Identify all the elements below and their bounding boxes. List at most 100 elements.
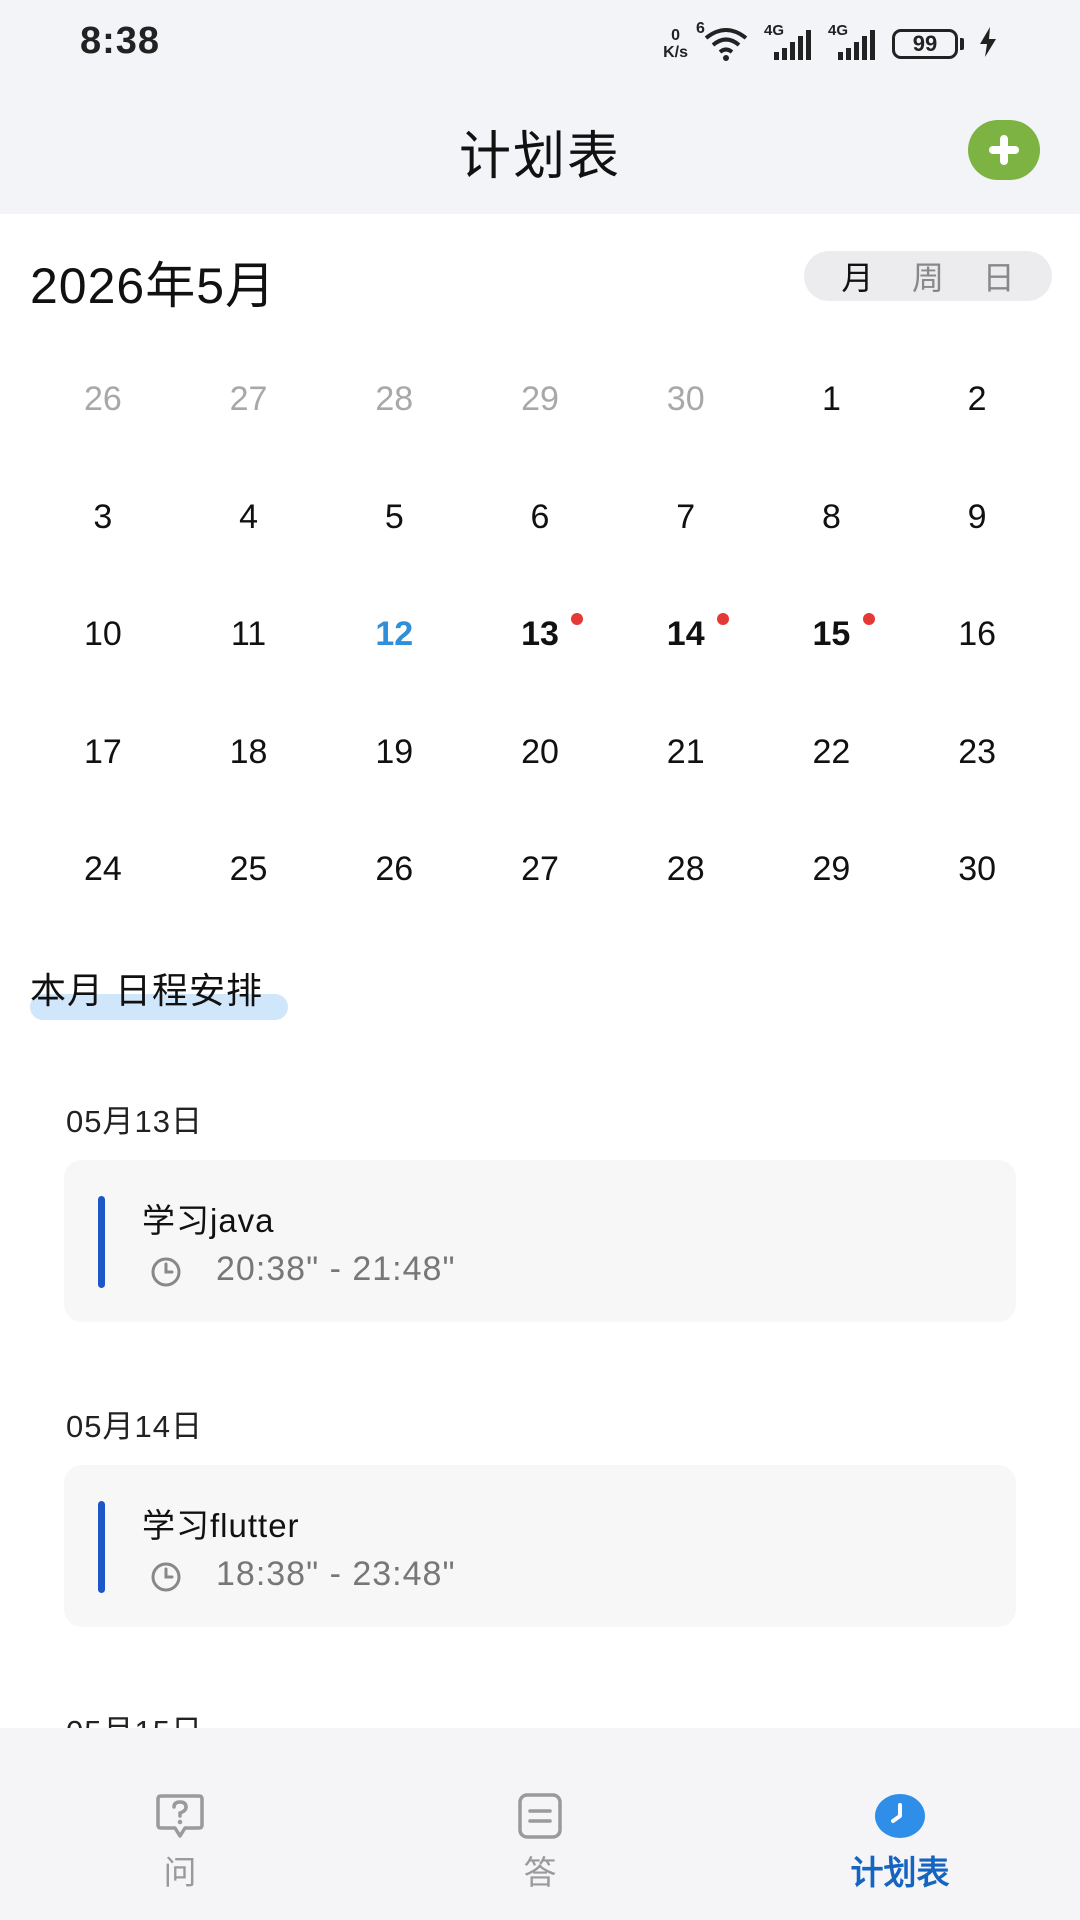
schedule-event-card[interactable]: 学习java 20:38" - 21:48" bbox=[64, 1160, 1016, 1322]
network-speed: 0 K/s bbox=[663, 27, 688, 61]
view-option-day[interactable]: 日 bbox=[983, 253, 1015, 299]
calendar-day-number: 24 bbox=[83, 850, 122, 888]
calendar-day-number: 18 bbox=[229, 732, 268, 771]
event-dot bbox=[862, 613, 875, 625]
month-title: 2026年5月 bbox=[30, 258, 277, 314]
calendar-day-number: 14 bbox=[666, 615, 705, 653]
calendar-day[interactable]: 10 bbox=[30, 575, 176, 693]
calendar-day[interactable]: 23 bbox=[904, 693, 1050, 811]
calendar-day-number: 17 bbox=[83, 732, 122, 771]
calendar-day-number: 11 bbox=[230, 615, 267, 653]
calendar-day[interactable]: 26 bbox=[30, 340, 176, 458]
calendar-day-today[interactable]: 12 bbox=[321, 575, 467, 693]
nav-label-answer: 答 bbox=[523, 1854, 557, 1891]
calendar-day[interactable]: 5 bbox=[321, 458, 467, 576]
calendar-day-number: 26 bbox=[375, 850, 414, 888]
nav-item-ask[interactable]: 问 bbox=[30, 1728, 330, 1920]
calendar-day-number: 15 bbox=[812, 615, 851, 653]
calendar-day-number: 8 bbox=[821, 497, 841, 536]
calendar-day-number: 4 bbox=[239, 497, 259, 536]
calendar-day[interactable]: 30 bbox=[613, 340, 759, 458]
document-lines-icon bbox=[518, 1793, 562, 1839]
calendar-day-number: 30 bbox=[666, 380, 705, 418]
calendar-day-number: 22 bbox=[812, 732, 851, 771]
nav-label-ask: 问 bbox=[163, 1854, 197, 1891]
calendar-day[interactable]: 28 bbox=[321, 340, 467, 458]
event-time: 18:38" - 23:48" bbox=[216, 1555, 456, 1593]
calendar-day-number: 27 bbox=[521, 850, 559, 888]
calendar-day-number: 25 bbox=[229, 850, 268, 888]
clock-icon bbox=[151, 1562, 181, 1592]
calendar-day[interactable]: 1 bbox=[759, 340, 905, 458]
event-time: 20:38" - 21:48" bbox=[216, 1250, 456, 1288]
calendar-day-number: 30 bbox=[958, 850, 997, 888]
calendar-day[interactable]: 6 bbox=[467, 458, 613, 576]
calendar-day[interactable]: 29 bbox=[759, 810, 905, 928]
calendar-day[interactable]: 28 bbox=[613, 810, 759, 928]
clock-icon bbox=[875, 1794, 925, 1838]
calendar-day[interactable]: 26 bbox=[321, 810, 467, 928]
network-speed-unit: K/s bbox=[663, 44, 688, 61]
calendar-day[interactable]: 2 bbox=[904, 340, 1050, 458]
calendar-day[interactable]: 8 bbox=[759, 458, 905, 576]
calendar-day-number: 21 bbox=[666, 732, 705, 771]
calendar-day-number: 27 bbox=[229, 380, 268, 418]
view-option-week[interactable]: 周 bbox=[912, 253, 944, 299]
calendar-day[interactable]: 16 bbox=[904, 575, 1050, 693]
calendar-day-number: 3 bbox=[93, 497, 113, 536]
calendar-day[interactable]: 3 bbox=[30, 458, 176, 576]
calendar-day[interactable]: 15 bbox=[759, 575, 905, 693]
calendar-day[interactable]: 21 bbox=[613, 693, 759, 811]
calendar-day[interactable]: 17 bbox=[30, 693, 176, 811]
app-header: 计划表 bbox=[0, 86, 1080, 214]
calendar-day[interactable]: 9 bbox=[904, 458, 1050, 576]
schedule-event-card[interactable]: 学习flutter 18:38" - 23:48" bbox=[64, 1465, 1016, 1627]
event-dot bbox=[571, 613, 584, 625]
event-color-bar bbox=[98, 1501, 105, 1593]
calendar-day[interactable]: 11 bbox=[176, 575, 322, 693]
calendar-day-number: 19 bbox=[375, 732, 414, 771]
calendar-day[interactable]: 29 bbox=[467, 340, 613, 458]
calendar-day[interactable]: 25 bbox=[176, 810, 322, 928]
calendar-day[interactable]: 18 bbox=[176, 693, 322, 811]
nav-item-answer[interactable]: 答 bbox=[390, 1728, 690, 1920]
calendar-day-number: 29 bbox=[812, 850, 851, 888]
calendar-day[interactable]: 27 bbox=[176, 340, 322, 458]
wifi-icon: 6 bbox=[696, 20, 750, 62]
nav-label-schedule: 计划表 bbox=[850, 1854, 950, 1891]
event-dot bbox=[716, 613, 729, 625]
calendar-day[interactable]: 19 bbox=[321, 693, 467, 811]
calendar-grid: 26 27 28 29 30 1 2 3 4 5 6 7 8 9 10 11 12 13 14 15 16 17 18 19 2… bbox=[30, 340, 1050, 928]
calendar-day[interactable]: 24 bbox=[30, 810, 176, 928]
calendar-day-number: 7 bbox=[676, 497, 696, 536]
signal-icon: 4G bbox=[828, 22, 878, 62]
calendar-day[interactable]: 7 bbox=[613, 458, 759, 576]
calendar-day[interactable]: 13 bbox=[467, 575, 613, 693]
add-plan-button[interactable] bbox=[968, 120, 1040, 180]
calendar-day-number: 20 bbox=[521, 732, 559, 771]
calendar-day-number: 12 bbox=[375, 615, 414, 653]
calendar-day[interactable]: 22 bbox=[759, 693, 905, 811]
calendar-day[interactable]: 30 bbox=[904, 810, 1050, 928]
charging-bolt-icon bbox=[978, 26, 998, 62]
signal-label: 4G bbox=[828, 22, 849, 39]
calendar-day[interactable]: 14 bbox=[613, 575, 759, 693]
status-time: 8:38 bbox=[80, 20, 161, 62]
network-speed-value: 0 bbox=[671, 27, 680, 44]
event-title: 学习java bbox=[142, 1202, 275, 1239]
calendar-day[interactable]: 4 bbox=[176, 458, 322, 576]
view-switch: 月 周 日 bbox=[804, 251, 1052, 301]
calendar-day-number: 26 bbox=[83, 380, 122, 418]
schedule-date-label: 05月14日 bbox=[66, 1409, 203, 1444]
event-title: 学习flutter bbox=[142, 1507, 300, 1544]
calendar-day-number: 2 bbox=[967, 380, 987, 418]
calendar-day[interactable]: 27 bbox=[467, 810, 613, 928]
nav-item-schedule[interactable]: 计划表 bbox=[750, 1728, 1050, 1920]
calendar-day[interactable]: 20 bbox=[467, 693, 613, 811]
event-color-bar bbox=[98, 1196, 105, 1288]
battery-indicator: 99 bbox=[892, 29, 964, 59]
plus-icon bbox=[989, 135, 1019, 165]
status-bar: 8:38 0 K/s 6 4G 4G 99 bbox=[0, 0, 1080, 86]
view-option-month[interactable]: 月 bbox=[841, 253, 873, 299]
calendar-day-number: 23 bbox=[958, 732, 997, 771]
